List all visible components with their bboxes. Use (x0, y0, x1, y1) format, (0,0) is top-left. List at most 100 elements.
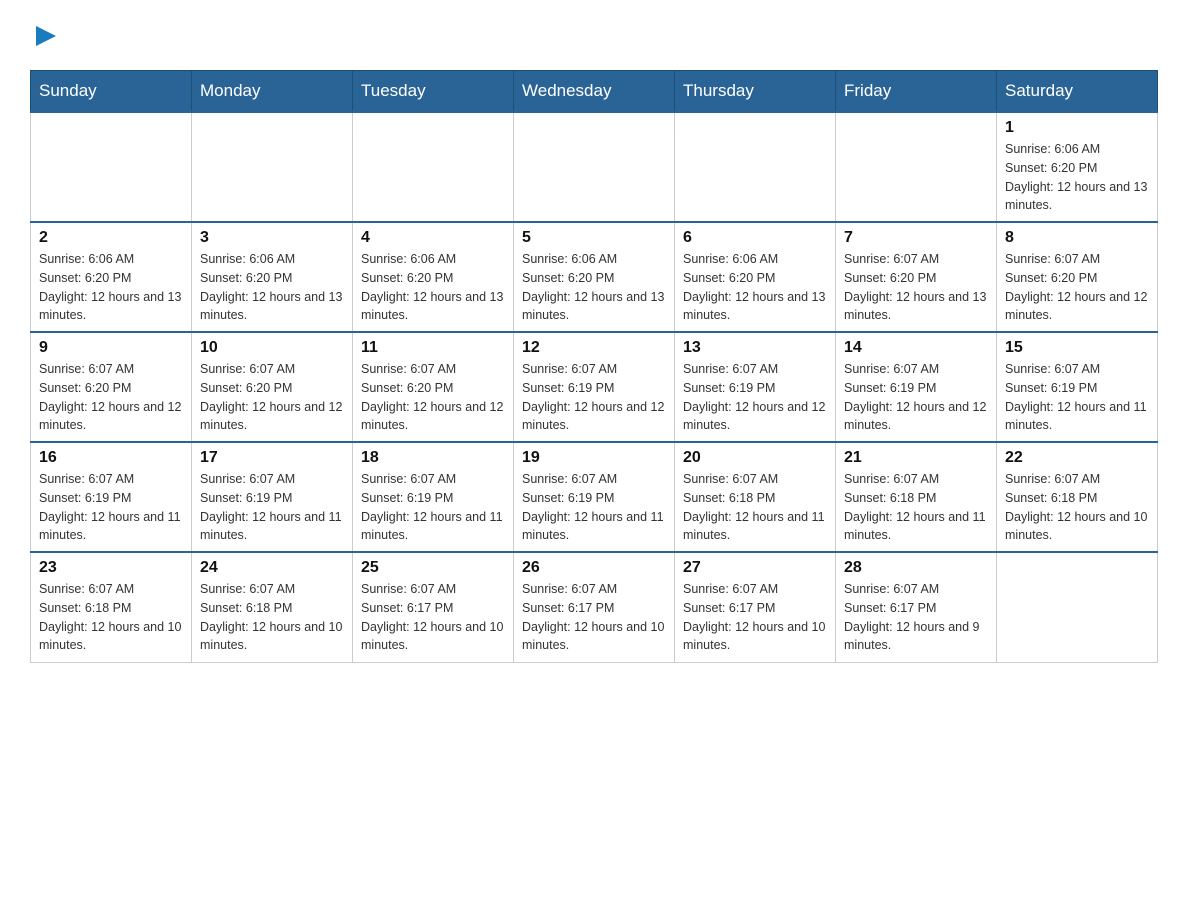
day-info: Sunrise: 6:07 AM Sunset: 6:19 PM Dayligh… (1005, 360, 1149, 435)
calendar-cell: 3 Sunrise: 6:06 AM Sunset: 6:20 PM Daylig… (192, 222, 353, 332)
day-info: Sunrise: 6:07 AM Sunset: 6:20 PM Dayligh… (200, 360, 344, 435)
calendar-cell (514, 112, 675, 222)
calendar-cell: 22 Sunrise: 6:07 AM Sunset: 6:18 PM Dayli… (997, 442, 1158, 552)
calendar-cell: 18 Sunrise: 6:07 AM Sunset: 6:19 PM Dayli… (353, 442, 514, 552)
day-info: Sunrise: 6:07 AM Sunset: 6:19 PM Dayligh… (361, 470, 505, 545)
calendar-cell: 7 Sunrise: 6:07 AM Sunset: 6:20 PM Daylig… (836, 222, 997, 332)
day-info: Sunrise: 6:06 AM Sunset: 6:20 PM Dayligh… (39, 250, 183, 325)
calendar-cell: 4 Sunrise: 6:06 AM Sunset: 6:20 PM Daylig… (353, 222, 514, 332)
calendar-cell: 24 Sunrise: 6:07 AM Sunset: 6:18 PM Dayli… (192, 552, 353, 662)
calendar-week-5: 23 Sunrise: 6:07 AM Sunset: 6:18 PM Dayli… (31, 552, 1158, 662)
day-number: 13 (683, 339, 827, 357)
day-number: 15 (1005, 339, 1149, 357)
day-info: Sunrise: 6:07 AM Sunset: 6:19 PM Dayligh… (844, 360, 988, 435)
day-info: Sunrise: 6:07 AM Sunset: 6:19 PM Dayligh… (522, 470, 666, 545)
logo-triangle-icon (32, 22, 60, 50)
day-number: 9 (39, 339, 183, 357)
page-header (30, 20, 1158, 50)
day-info: Sunrise: 6:07 AM Sunset: 6:19 PM Dayligh… (39, 470, 183, 545)
day-info: Sunrise: 6:07 AM Sunset: 6:18 PM Dayligh… (844, 470, 988, 545)
day-number: 14 (844, 339, 988, 357)
calendar-cell: 9 Sunrise: 6:07 AM Sunset: 6:20 PM Daylig… (31, 332, 192, 442)
day-info: Sunrise: 6:07 AM Sunset: 6:18 PM Dayligh… (200, 580, 344, 655)
calendar-dow-monday: Monday (192, 71, 353, 113)
calendar-cell: 27 Sunrise: 6:07 AM Sunset: 6:17 PM Dayli… (675, 552, 836, 662)
calendar-cell: 26Sunrise: 6:07 AM Sunset: 6:17 PM Dayli… (514, 552, 675, 662)
day-number: 17 (200, 449, 344, 467)
calendar-cell: 17 Sunrise: 6:07 AM Sunset: 6:19 PM Dayli… (192, 442, 353, 552)
calendar-header-row: SundayMondayTuesdayWednesdayThursdayFrid… (31, 71, 1158, 113)
logo (30, 20, 60, 50)
calendar-cell: 10 Sunrise: 6:07 AM Sunset: 6:20 PM Dayli… (192, 332, 353, 442)
day-info: Sunrise: 6:06 AM Sunset: 6:20 PM Dayligh… (200, 250, 344, 325)
calendar-cell: 11Sunrise: 6:07 AM Sunset: 6:20 PM Dayli… (353, 332, 514, 442)
day-info: Sunrise: 6:07 AM Sunset: 6:19 PM Dayligh… (522, 360, 666, 435)
day-number: 23 (39, 559, 183, 577)
day-number: 3 (200, 229, 344, 247)
calendar-week-2: 2Sunrise: 6:06 AM Sunset: 6:20 PM Daylig… (31, 222, 1158, 332)
day-info: Sunrise: 6:06 AM Sunset: 6:20 PM Dayligh… (361, 250, 505, 325)
calendar-week-4: 16 Sunrise: 6:07 AM Sunset: 6:19 PM Dayli… (31, 442, 1158, 552)
day-info: Sunrise: 6:06 AM Sunset: 6:20 PM Dayligh… (1005, 140, 1149, 215)
calendar-cell (997, 552, 1158, 662)
calendar-cell: 14 Sunrise: 6:07 AM Sunset: 6:19 PM Dayli… (836, 332, 997, 442)
day-number: 12 (522, 339, 666, 357)
calendar-cell: 23 Sunrise: 6:07 AM Sunset: 6:18 PM Dayli… (31, 552, 192, 662)
day-number: 1 (1005, 119, 1149, 137)
day-number: 27 (683, 559, 827, 577)
day-info: Sunrise: 6:07 AM Sunset: 6:17 PM Dayligh… (361, 580, 505, 655)
day-number: 19 (522, 449, 666, 467)
calendar-cell: 1 Sunrise: 6:06 AM Sunset: 6:20 PM Daylig… (997, 112, 1158, 222)
calendar-cell: 15 Sunrise: 6:07 AM Sunset: 6:19 PM Dayli… (997, 332, 1158, 442)
day-number: 7 (844, 229, 988, 247)
day-number: 25 (361, 559, 505, 577)
calendar-dow-saturday: Saturday (997, 71, 1158, 113)
day-number: 16 (39, 449, 183, 467)
day-info: Sunrise: 6:07 AM Sunset: 6:18 PM Dayligh… (683, 470, 827, 545)
calendar-cell (675, 112, 836, 222)
calendar-dow-friday: Friday (836, 71, 997, 113)
calendar-dow-thursday: Thursday (675, 71, 836, 113)
day-info: Sunrise: 6:07 AM Sunset: 6:17 PM Dayligh… (844, 580, 988, 655)
day-info: Sunrise: 6:06 AM Sunset: 6:20 PM Dayligh… (522, 250, 666, 325)
calendar-cell: 21 Sunrise: 6:07 AM Sunset: 6:18 PM Dayli… (836, 442, 997, 552)
calendar-cell: 8 Sunrise: 6:07 AM Sunset: 6:20 PM Daylig… (997, 222, 1158, 332)
day-number: 18 (361, 449, 505, 467)
day-number: 22 (1005, 449, 1149, 467)
day-number: 4 (361, 229, 505, 247)
day-info: Sunrise: 6:07 AM Sunset: 6:20 PM Dayligh… (39, 360, 183, 435)
calendar-cell: 12 Sunrise: 6:07 AM Sunset: 6:19 PM Dayli… (514, 332, 675, 442)
day-number: 20 (683, 449, 827, 467)
day-number: 21 (844, 449, 988, 467)
day-number: 6 (683, 229, 827, 247)
day-number: 8 (1005, 229, 1149, 247)
calendar-cell (836, 112, 997, 222)
day-info: Sunrise: 6:07 AM Sunset: 6:20 PM Dayligh… (1005, 250, 1149, 325)
day-info: Sunrise: 6:06 AM Sunset: 6:20 PM Dayligh… (683, 250, 827, 325)
calendar-cell: 16 Sunrise: 6:07 AM Sunset: 6:19 PM Dayli… (31, 442, 192, 552)
calendar-cell: 19 Sunrise: 6:07 AM Sunset: 6:19 PM Dayli… (514, 442, 675, 552)
day-info: Sunrise: 6:07 AM Sunset: 6:20 PM Dayligh… (844, 250, 988, 325)
calendar-cell: 25 Sunrise: 6:07 AM Sunset: 6:17 PM Dayli… (353, 552, 514, 662)
day-info: Sunrise: 6:07 AM Sunset: 6:18 PM Dayligh… (39, 580, 183, 655)
calendar-dow-wednesday: Wednesday (514, 71, 675, 113)
calendar-cell: 5 Sunrise: 6:06 AM Sunset: 6:20 PM Daylig… (514, 222, 675, 332)
day-info: Sunrise: 6:07 AM Sunset: 6:18 PM Dayligh… (1005, 470, 1149, 545)
calendar-dow-sunday: Sunday (31, 71, 192, 113)
day-number: 28 (844, 559, 988, 577)
calendar-cell (353, 112, 514, 222)
day-number: 10 (200, 339, 344, 357)
day-info: Sunrise: 6:07 AM Sunset: 6:20 PM Dayligh… (361, 360, 505, 435)
calendar-cell (31, 112, 192, 222)
calendar-cell: 2Sunrise: 6:06 AM Sunset: 6:20 PM Daylig… (31, 222, 192, 332)
calendar-week-3: 9 Sunrise: 6:07 AM Sunset: 6:20 PM Daylig… (31, 332, 1158, 442)
calendar-cell: 28 Sunrise: 6:07 AM Sunset: 6:17 PM Dayli… (836, 552, 997, 662)
day-number: 26 (522, 559, 666, 577)
day-number: 5 (522, 229, 666, 247)
calendar-week-1: 1 Sunrise: 6:06 AM Sunset: 6:20 PM Daylig… (31, 112, 1158, 222)
calendar-cell: 13Sunrise: 6:07 AM Sunset: 6:19 PM Dayli… (675, 332, 836, 442)
day-number: 24 (200, 559, 344, 577)
calendar-cell (192, 112, 353, 222)
day-info: Sunrise: 6:07 AM Sunset: 6:19 PM Dayligh… (200, 470, 344, 545)
day-info: Sunrise: 6:07 AM Sunset: 6:17 PM Dayligh… (683, 580, 827, 655)
